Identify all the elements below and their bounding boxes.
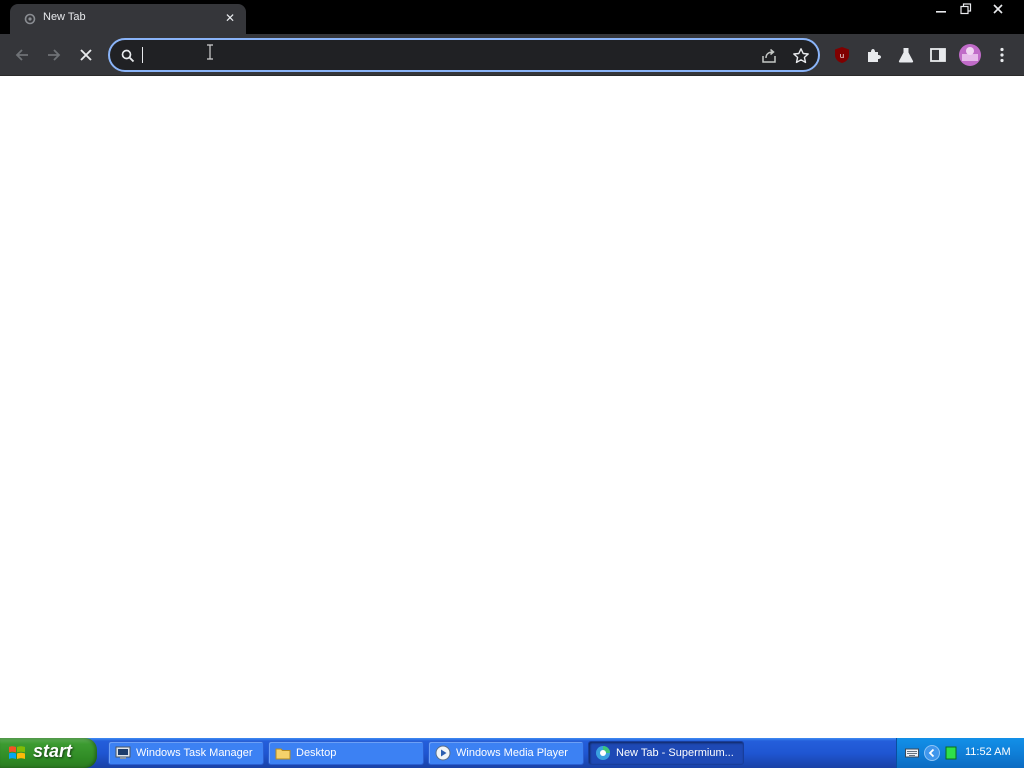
clock: 11:52 AM [965,746,1011,758]
browser-menu-button[interactable] [990,43,1014,67]
supermium-icon [596,746,610,760]
title-bar: New Tab ✕ [0,0,1024,34]
windows-logo-icon [9,746,25,759]
side-panel-icon [930,48,946,62]
address-bar[interactable] [108,38,820,72]
media-player-icon [435,745,451,761]
restore-button[interactable] [953,0,979,18]
ibeam-cursor-icon [207,44,213,60]
close-icon [80,49,92,61]
start-label: start [33,741,73,761]
task-manager-icon [115,746,131,759]
web-page-content[interactable] [0,77,1024,738]
ublock-extension-button[interactable]: u [830,43,854,67]
keyboard-icon[interactable] [905,747,919,759]
taskbar-item-label: New Tab - Supermium... [616,747,734,759]
avatar-icon [959,44,981,66]
flask-icon [898,48,914,63]
tab-new-tab[interactable]: New Tab ✕ [10,4,246,34]
taskbar-item-desktop[interactable]: Desktop [268,741,424,765]
address-input[interactable] [144,45,744,65]
puzzle-icon [868,49,881,62]
taskbar-item-label: Windows Task Manager [136,747,253,759]
taskbar-item-supermium[interactable]: New Tab - Supermium... [588,741,744,765]
taskbar: start Windows Task Manager Desktop Windo… [0,738,1024,768]
taskbar-item-label: Windows Media Player [456,747,568,759]
text-caret [142,47,143,63]
close-icon [993,4,1003,14]
system-tray: 11:52 AM [896,738,1024,768]
taskbar-item-task-manager[interactable]: Windows Task Manager [108,741,264,765]
loading-favicon-icon [24,13,36,25]
arrow-right-icon [48,49,61,61]
labs-button[interactable] [894,43,918,67]
forward-button[interactable] [40,41,68,69]
browser-toolbar: u [0,34,1024,76]
profile-avatar[interactable] [958,43,982,67]
tab-title: New Tab [43,11,86,23]
side-panel-button[interactable] [926,43,950,67]
ublock-icon: u [835,47,849,63]
folder-icon [275,748,291,760]
start-button[interactable]: start [0,738,97,768]
back-button[interactable] [8,41,36,69]
taskbar-item-label: Desktop [296,747,337,759]
tab-close-icon[interactable]: ✕ [222,10,238,26]
stop-loading-button[interactable] [72,41,100,69]
search-icon [121,49,135,63]
restore-icon [960,3,972,15]
taskbar-item-media-player[interactable]: Windows Media Player [428,741,584,765]
share-icon[interactable] [760,47,778,65]
bookmark-star-icon[interactable] [792,47,810,65]
extensions-button[interactable] [862,43,886,67]
chevron-left-icon[interactable] [924,745,940,761]
arrow-left-icon [15,49,28,61]
network-status-icon[interactable] [945,746,957,760]
minimize-icon [936,11,946,13]
minimize-button[interactable] [928,0,954,18]
close-window-button[interactable] [982,0,1014,18]
kebab-menu-icon [1000,47,1004,63]
svg-text:u: u [840,52,844,60]
